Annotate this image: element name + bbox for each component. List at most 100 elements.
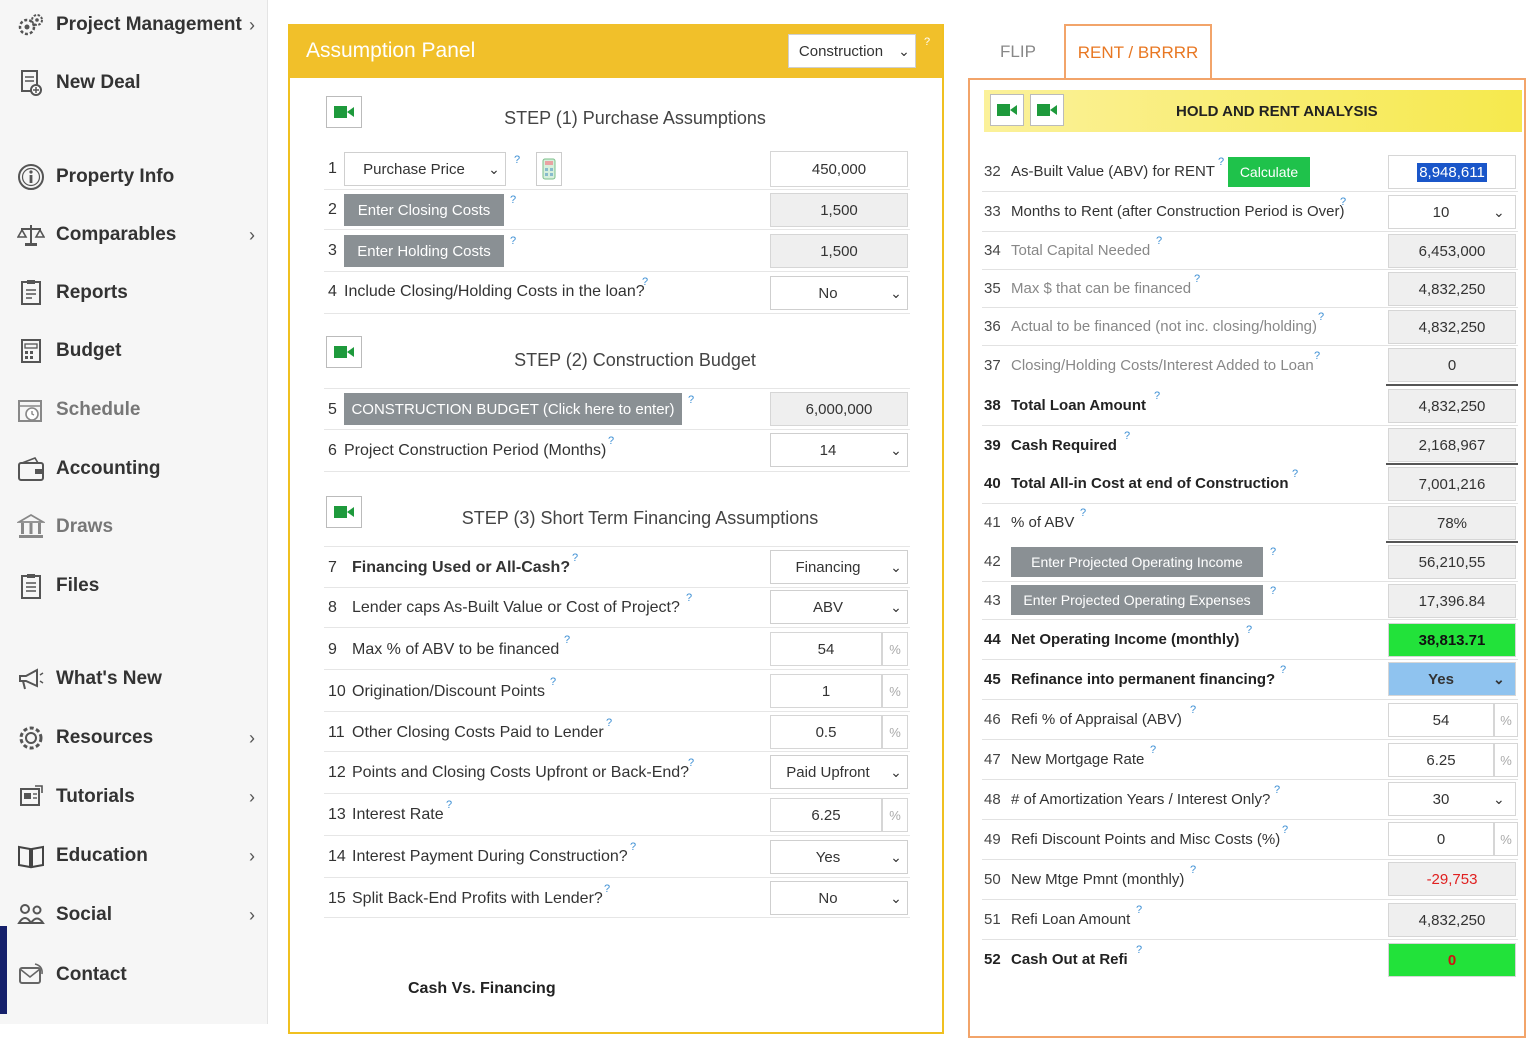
sidebar-item-education[interactable]: Education › [16, 839, 260, 873]
chevron-right-icon: › [249, 786, 255, 807]
help-icon[interactable]: ? [608, 435, 614, 447]
abv-rent-input[interactable]: 8,948,611 [1388, 155, 1516, 189]
help-icon[interactable]: ? [550, 676, 556, 688]
video-icon[interactable] [326, 96, 362, 128]
construction-budget-button[interactable]: CONSTRUCTION BUDGET (Click here to enter… [344, 393, 682, 425]
split-profits-select[interactable]: No ⌄ [770, 881, 908, 915]
sidebar-item-reports[interactable]: Reports [16, 276, 260, 310]
sidebar-item-label: Comparables [56, 224, 177, 245]
purchase-price-select[interactable]: Purchase Price ⌄ [344, 152, 506, 186]
months-to-rent-select[interactable]: 10 ⌄ [1388, 195, 1516, 229]
help-icon[interactable]: ? [510, 194, 516, 206]
help-icon[interactable]: ? [1340, 196, 1346, 208]
sidebar-item-files[interactable]: Files [16, 569, 260, 603]
refi-points-input[interactable]: 0 [1388, 822, 1494, 856]
help-icon[interactable]: ? [1282, 824, 1288, 836]
sidebar-item-label: Schedule [56, 399, 141, 420]
sidebar-item-social[interactable]: Social › [16, 898, 260, 932]
interest-rate-input[interactable]: 6.25 [770, 798, 882, 832]
video-icon[interactable] [1030, 94, 1064, 126]
lender-cap-select[interactable]: ABV ⌄ [770, 590, 908, 624]
sidebar-item-label: Budget [56, 340, 122, 361]
help-icon[interactable]: ? [1150, 744, 1156, 756]
enter-closing-costs-button[interactable]: Enter Closing Costs [344, 194, 504, 226]
help-icon[interactable]: ? [1280, 664, 1286, 676]
sidebar-item-whats-new[interactable]: What's New [16, 662, 260, 696]
mode-select[interactable]: Construction ⌄ [788, 34, 916, 68]
added-to-loan-value: 0 [1388, 348, 1516, 382]
help-icon[interactable]: ? [1156, 235, 1162, 247]
calculator-icon[interactable] [536, 152, 562, 186]
help-icon[interactable]: ? [688, 757, 694, 769]
origination-points-input[interactable]: 1 [770, 674, 882, 708]
help-icon[interactable]: ? [1292, 468, 1298, 480]
help-icon[interactable]: ? [446, 799, 452, 811]
help-icon[interactable]: ? [642, 276, 648, 288]
points-timing-select[interactable]: Paid Upfront ⌄ [770, 755, 908, 789]
help-icon[interactable]: ? [924, 36, 930, 48]
sidebar-item-comparables[interactable]: Comparables › [16, 218, 260, 252]
help-icon[interactable]: ? [1190, 704, 1196, 716]
sidebar-item-label: Reports [56, 282, 128, 303]
enter-operating-expenses-button[interactable]: Enter Projected Operating Expenses [1011, 585, 1263, 615]
help-icon[interactable]: ? [1124, 430, 1130, 442]
purchase-price-input[interactable]: 450,000 [770, 151, 908, 187]
interest-payment-select[interactable]: Yes ⌄ [770, 840, 908, 874]
help-icon[interactable]: ? [606, 717, 612, 729]
help-icon[interactable]: ? [1246, 624, 1252, 636]
help-icon[interactable]: ? [564, 634, 570, 646]
help-icon[interactable]: ? [1190, 864, 1196, 876]
financing-select[interactable]: Financing ⌄ [770, 550, 908, 584]
video-icon[interactable] [990, 94, 1024, 126]
table-row: 33 Months to Rent (after Construction Pe… [982, 192, 1518, 232]
video-icon[interactable] [326, 336, 362, 368]
total-capital-value: 6,453,000 [1388, 234, 1516, 268]
refi-percent-input[interactable]: 54 [1388, 703, 1494, 737]
sidebar-item-resources[interactable]: Resources › [16, 721, 260, 755]
help-icon[interactable]: ? [1194, 273, 1200, 285]
sidebar-item-new-deal[interactable]: New Deal [16, 66, 260, 100]
sidebar-item-property-info[interactable]: Property Info [16, 160, 260, 194]
enter-operating-income-button[interactable]: Enter Projected Operating Income [1011, 547, 1263, 577]
table-row: 51 Refi Loan Amount ? 4,832,250 [982, 900, 1518, 940]
construction-period-select[interactable]: 14 ⌄ [770, 433, 908, 467]
amortization-select[interactable]: 30 ⌄ [1388, 782, 1516, 816]
help-icon[interactable]: ? [1318, 311, 1324, 323]
sidebar-item-accounting[interactable]: Accounting [16, 452, 260, 486]
tab-flip[interactable]: FLIP [974, 24, 1062, 80]
help-icon[interactable]: ? [688, 394, 694, 406]
holding-costs-value: 1,500 [770, 234, 908, 268]
calculate-button[interactable]: Calculate [1228, 157, 1310, 187]
help-icon[interactable]: ? [1314, 350, 1320, 362]
help-icon[interactable]: ? [1136, 944, 1142, 956]
other-closing-costs-input[interactable]: 0.5 [770, 715, 882, 749]
help-icon[interactable]: ? [686, 592, 692, 604]
help-icon[interactable]: ? [604, 883, 610, 895]
sidebar-item-tutorials[interactable]: Tutorials › [16, 780, 260, 814]
sidebar-item-budget[interactable]: Budget [16, 334, 260, 368]
help-icon[interactable]: ? [1154, 390, 1160, 402]
sidebar-item-contact[interactable]: Contact [16, 958, 260, 992]
sidebar-item-draws[interactable]: Draws [16, 510, 260, 544]
help-icon[interactable]: ? [1270, 546, 1276, 558]
help-icon[interactable]: ? [1080, 507, 1086, 519]
help-icon[interactable]: ? [1274, 784, 1280, 796]
tab-rent-brrrr[interactable]: RENT / BRRRR [1064, 24, 1212, 80]
max-abv-input[interactable]: 54 [770, 632, 882, 666]
budget-icon [16, 336, 46, 366]
help-icon[interactable]: ? [514, 154, 520, 166]
help-icon[interactable]: ? [572, 552, 578, 564]
help-icon[interactable]: ? [1136, 904, 1142, 916]
all-in-cost-value: 7,001,216 [1388, 467, 1516, 501]
video-icon[interactable] [326, 496, 362, 528]
sidebar-item-schedule[interactable]: Schedule [16, 393, 260, 427]
sidebar-item-project-management[interactable]: Project Management › [16, 8, 260, 42]
help-icon[interactable]: ? [1218, 156, 1224, 168]
refinance-select[interactable]: Yes ⌄ [1388, 662, 1516, 696]
enter-holding-costs-button[interactable]: Enter Holding Costs [344, 235, 504, 267]
help-icon[interactable]: ? [630, 841, 636, 853]
help-icon[interactable]: ? [510, 235, 516, 247]
include-costs-select[interactable]: No ⌄ [770, 276, 908, 310]
mortgage-rate-input[interactable]: 6.25 [1388, 743, 1494, 777]
help-icon[interactable]: ? [1270, 585, 1276, 597]
